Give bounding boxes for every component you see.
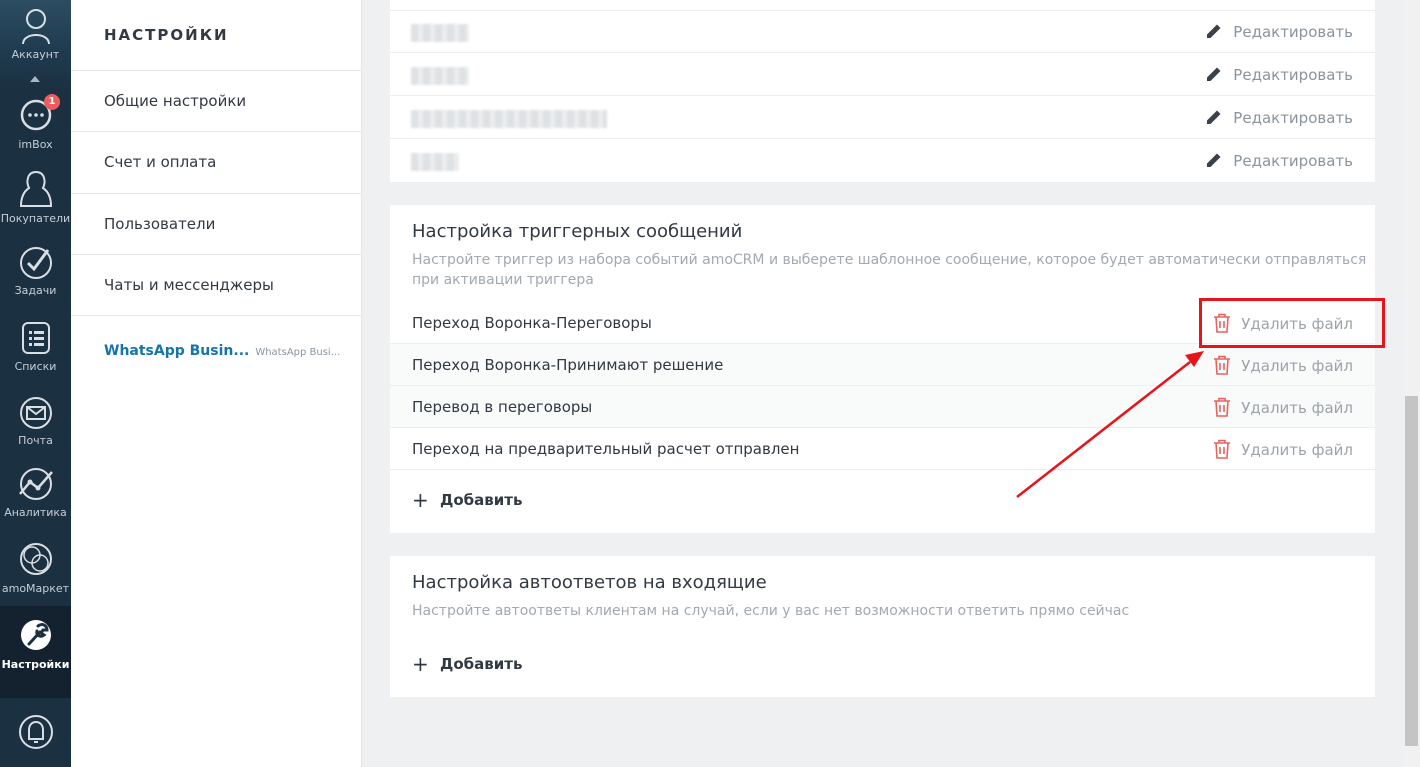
triggers-title: Настройка триггерных сообщений bbox=[412, 221, 743, 242]
add-label: Добавить bbox=[440, 655, 523, 673]
envelope-icon bbox=[19, 397, 52, 429]
delete-label: Удалить файл bbox=[1241, 441, 1353, 459]
checkmark-icon bbox=[19, 247, 52, 279]
settings-button[interactable]: Настройки bbox=[0, 606, 71, 698]
nav-item-users[interactable]: Пользователи bbox=[71, 193, 362, 255]
template-row: Редактировать bbox=[390, 140, 1375, 182]
tasks-label: Задачи bbox=[14, 284, 57, 297]
edit-label: Редактировать bbox=[1233, 66, 1353, 84]
settings-label: Настройки bbox=[1, 658, 70, 671]
edit-label: Редактировать bbox=[1233, 152, 1353, 170]
autoreplies-title: Настройка автоответов на входящие bbox=[412, 572, 767, 593]
customers-button[interactable]: Покупатели bbox=[0, 170, 71, 225]
triggers-description: Настройте триггер из набора событий amoC… bbox=[412, 252, 1367, 288]
pencil-icon bbox=[1207, 67, 1221, 81]
nav-item-general[interactable]: Общие настройки bbox=[71, 70, 362, 132]
delete-file-button[interactable]: Удалить файл bbox=[1213, 397, 1353, 417]
pencil-icon bbox=[1207, 24, 1221, 38]
nav-item-billing[interactable]: Счет и оплата bbox=[71, 131, 362, 193]
list-icon bbox=[21, 322, 50, 354]
wrench-icon bbox=[20, 620, 51, 650]
trash-icon bbox=[1214, 439, 1231, 459]
analytics-icon bbox=[18, 468, 53, 500]
analytics-label: Аналитика bbox=[4, 506, 67, 519]
trash-icon bbox=[1214, 397, 1231, 417]
delete-label: Удалить файл bbox=[1241, 399, 1353, 417]
trigger-label: Переход Воронка-Принимают решение bbox=[412, 356, 724, 374]
tasks-button[interactable]: Задачи bbox=[0, 246, 71, 297]
edit-label: Редактировать bbox=[1233, 23, 1353, 41]
delete-file-button[interactable]: Удалить файл bbox=[1213, 439, 1353, 459]
main-sidebar: Аккаунт 1 imBox Покупатели Задачи Списки bbox=[0, 0, 71, 767]
triggers-panel: Настройка триггерных сообщений Настройте… bbox=[390, 205, 1375, 533]
edit-button[interactable]: Редактировать bbox=[1205, 22, 1353, 41]
market-icon bbox=[19, 543, 52, 575]
blurred-template-name bbox=[411, 110, 607, 128]
imbox-button[interactable]: 1 imBox bbox=[0, 94, 71, 151]
plus-icon: + bbox=[412, 488, 429, 512]
customers-icon bbox=[19, 170, 52, 207]
scrollbar-thumb[interactable] bbox=[1405, 396, 1418, 746]
add-label: Добавить bbox=[440, 491, 523, 509]
imbox-label: imBox bbox=[18, 138, 53, 151]
add-trigger-button[interactable]: + Добавить bbox=[412, 488, 522, 512]
analytics-button[interactable]: Аналитика bbox=[0, 466, 71, 519]
market-label: amoМаркет bbox=[1, 582, 70, 595]
trigger-row: Переход Воронка-Принимают решение Удалит… bbox=[390, 344, 1375, 386]
template-row: Редактировать bbox=[390, 54, 1375, 96]
trash-icon bbox=[1214, 355, 1231, 375]
settings-title: НАСТРОЙКИ bbox=[104, 26, 229, 44]
nav-item-whatsapp[interactable]: WhatsApp Busin... WhatsApp Busi... bbox=[104, 343, 340, 359]
trigger-label: Перевод в переговоры bbox=[412, 398, 593, 416]
user-icon bbox=[21, 9, 50, 44]
customers-label: Покупатели bbox=[0, 212, 71, 225]
trigger-row: Перевод в переговоры Удалить файл bbox=[390, 386, 1375, 428]
mail-label: Почта bbox=[18, 434, 53, 447]
delete-file-button[interactable]: Удалить файл bbox=[1213, 355, 1353, 375]
mail-button[interactable]: Почта bbox=[0, 396, 71, 447]
edit-button[interactable]: Редактировать bbox=[1205, 151, 1353, 170]
edit-label: Редактировать bbox=[1233, 109, 1353, 127]
add-autoreply-button[interactable]: + Добавить bbox=[412, 652, 522, 676]
whatsapp-hint: WhatsApp Busi... bbox=[255, 347, 341, 358]
autoreplies-description: Настройте автоответы клиентам на случай,… bbox=[412, 603, 1130, 619]
pencil-icon bbox=[1207, 153, 1221, 167]
plus-icon: + bbox=[412, 652, 429, 676]
blurred-template-name bbox=[411, 67, 469, 85]
lists-button[interactable]: Списки bbox=[0, 320, 71, 373]
collapse-up-icon[interactable] bbox=[30, 76, 40, 82]
nav-item-chats[interactable]: Чаты и мессенджеры bbox=[71, 254, 362, 316]
account-label: Аккаунт bbox=[11, 48, 60, 61]
bell-icon bbox=[18, 715, 53, 749]
template-row: Редактировать bbox=[390, 11, 1375, 53]
notifications-button[interactable] bbox=[0, 712, 71, 756]
blurred-template-name bbox=[411, 153, 459, 171]
market-button[interactable]: amoМаркет bbox=[0, 540, 71, 595]
edit-button[interactable]: Редактировать bbox=[1205, 108, 1353, 127]
trigger-label: Переход на предварительный расчет отправ… bbox=[412, 440, 800, 458]
trigger-row: Переход на предварительный расчет отправ… bbox=[390, 428, 1375, 470]
blurred-template-name bbox=[411, 24, 469, 42]
template-row bbox=[390, 0, 1375, 11]
settings-nav: НАСТРОЙКИ Общие настройки Счет и оплата … bbox=[71, 0, 362, 767]
account-button[interactable]: Аккаунт bbox=[0, 8, 71, 61]
whatsapp-label: WhatsApp Busin... bbox=[104, 343, 250, 359]
delete-label: Удалить файл bbox=[1241, 357, 1353, 375]
highlight-box bbox=[1199, 298, 1385, 348]
lists-label: Списки bbox=[14, 360, 57, 373]
unread-badge: 1 bbox=[44, 94, 60, 110]
template-row: Редактировать bbox=[390, 97, 1375, 139]
trigger-label: Переход Воронка-Переговоры bbox=[412, 314, 652, 332]
pencil-icon bbox=[1207, 110, 1221, 124]
templates-panel: Редактировать Редактировать Редактироват… bbox=[390, 0, 1375, 182]
autoreplies-panel: Настройка автоответов на входящие Настро… bbox=[390, 556, 1375, 697]
edit-button[interactable]: Редактировать bbox=[1205, 65, 1353, 84]
